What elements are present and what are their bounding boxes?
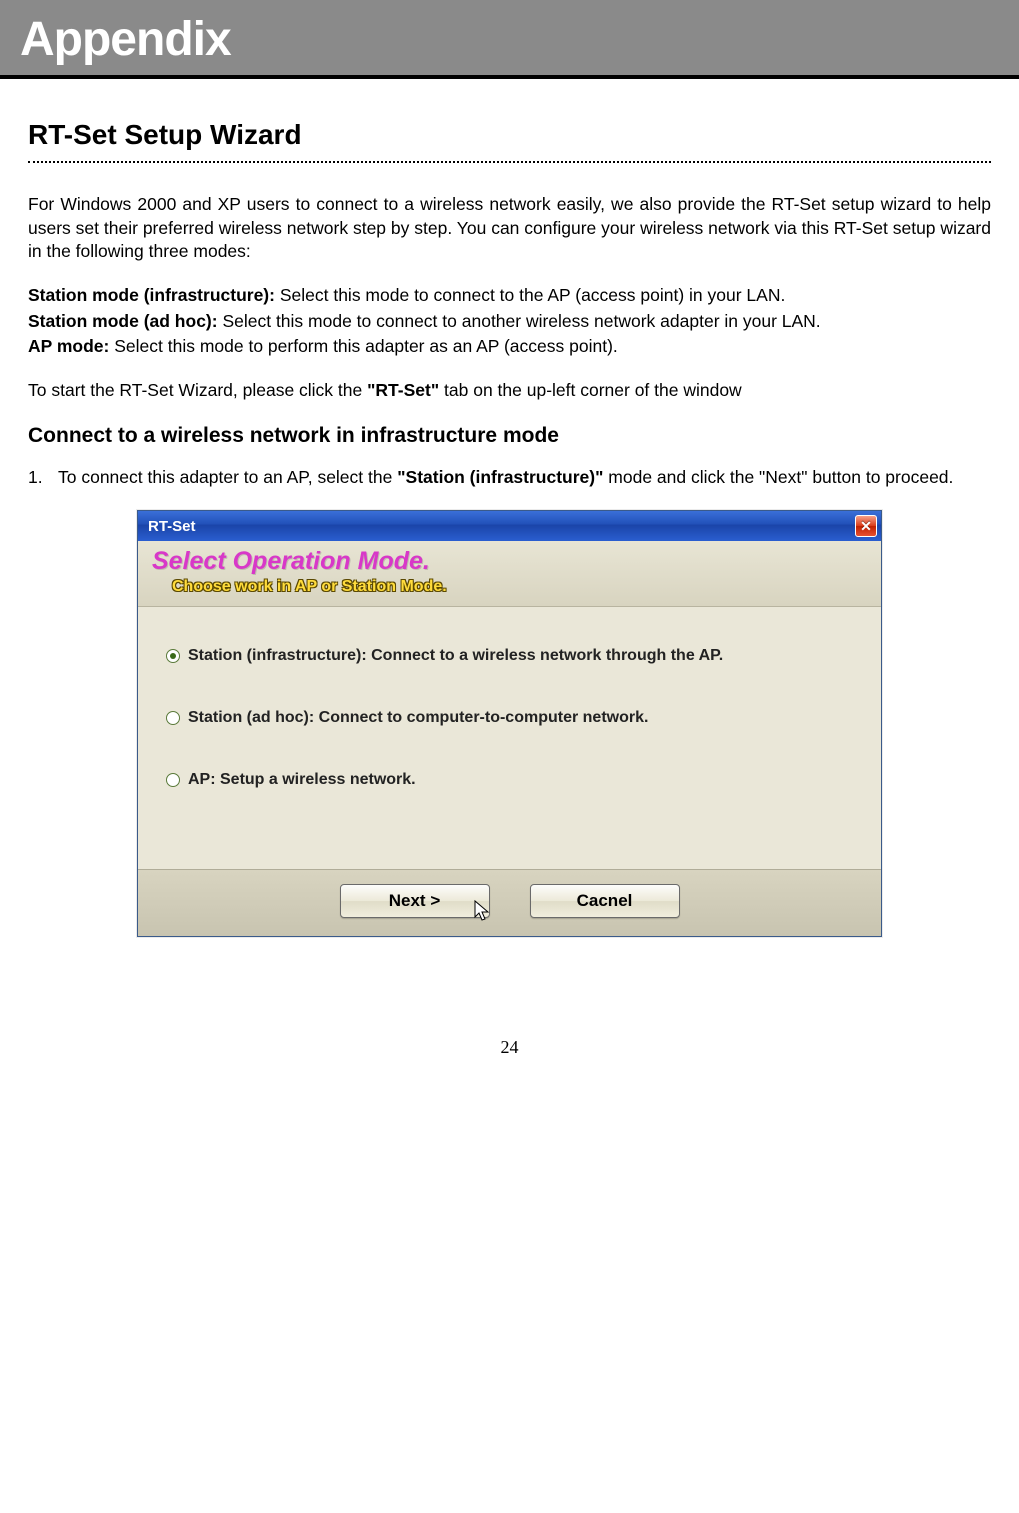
button-label: Next >: [389, 891, 441, 911]
next-button[interactable]: Next >: [340, 884, 490, 918]
text-span: tab on the up-left corner of the window: [439, 380, 742, 400]
dialog-titlebar: RT-Set ✕: [138, 511, 881, 541]
section-title: RT-Set Setup Wizard: [28, 119, 991, 151]
close-button[interactable]: ✕: [855, 515, 877, 537]
mode-text: Select this mode to connect to the AP (a…: [275, 285, 785, 305]
radio-icon: [166, 711, 180, 725]
text-bold: "Station (infrastructure)": [397, 467, 603, 487]
dialog-banner: Select Operation Mode. Choose work in AP…: [138, 541, 881, 607]
step-text: To connect this adapter to an AP, select…: [58, 466, 991, 490]
mode-label: Station mode (infrastructure):: [28, 285, 275, 305]
cancel-button[interactable]: Cacnel: [530, 884, 680, 918]
mode-text: Select this mode to perform this adapter…: [109, 336, 617, 356]
start-instruction: To start the RT-Set Wizard, please click…: [28, 379, 991, 403]
radio-option-station-adhoc[interactable]: Station (ad hoc): Connect to computer-to…: [166, 709, 853, 727]
text-bold: "RT-Set": [367, 380, 439, 400]
intro-paragraph: For Windows 2000 and XP users to connect…: [28, 193, 991, 264]
mode-label: AP mode:: [28, 336, 109, 356]
step-1: 1. To connect this adapter to an AP, sel…: [28, 466, 991, 490]
option-label: Station (infrastructure): Connect to a w…: [188, 647, 723, 665]
mode-item: Station mode (ad hoc): Select this mode …: [28, 310, 991, 334]
divider: [28, 161, 991, 163]
rtset-dialog: RT-Set ✕ Select Operation Mode. Choose w…: [137, 510, 882, 937]
text-span: mode and click the "Next" button to proc…: [603, 467, 953, 487]
mode-item: AP mode: Select this mode to perform thi…: [28, 335, 991, 359]
radio-option-station-infra[interactable]: Station (infrastructure): Connect to a w…: [166, 647, 853, 665]
option-label: AP: Setup a wireless network.: [188, 771, 416, 789]
radio-option-ap[interactable]: AP: Setup a wireless network.: [166, 771, 853, 789]
text-span: To start the RT-Set Wizard, please click…: [28, 380, 367, 400]
cursor-icon: [473, 899, 493, 923]
page-header: Appendix: [0, 0, 1019, 79]
text-span: To connect this adapter to an AP, select…: [58, 467, 397, 487]
dialog-title: RT-Set: [148, 518, 196, 535]
banner-subtitle: Choose work in AP or Station Mode.: [152, 578, 867, 596]
mode-label: Station mode (ad hoc):: [28, 311, 218, 331]
option-label: Station (ad hoc): Connect to computer-to…: [188, 709, 648, 727]
subheading: Connect to a wireless network in infrast…: [28, 424, 991, 448]
mode-item: Station mode (infrastructure): Select th…: [28, 284, 991, 308]
step-number: 1.: [28, 466, 58, 490]
options-area: Station (infrastructure): Connect to a w…: [138, 607, 881, 869]
mode-text: Select this mode to connect to another w…: [218, 311, 821, 331]
radio-icon: [166, 773, 180, 787]
button-bar: Next > Cacnel: [138, 869, 881, 936]
page-content: RT-Set Setup Wizard For Windows 2000 and…: [0, 79, 1019, 937]
dialog-screenshot: RT-Set ✕ Select Operation Mode. Choose w…: [28, 510, 991, 937]
close-icon: ✕: [860, 518, 872, 535]
radio-icon: [166, 649, 180, 663]
banner-title: Select Operation Mode.: [152, 547, 867, 576]
button-label: Cacnel: [577, 891, 633, 911]
page-number: 24: [0, 977, 1019, 1088]
mode-list: Station mode (infrastructure): Select th…: [28, 284, 991, 359]
page-title: Appendix: [20, 12, 999, 67]
